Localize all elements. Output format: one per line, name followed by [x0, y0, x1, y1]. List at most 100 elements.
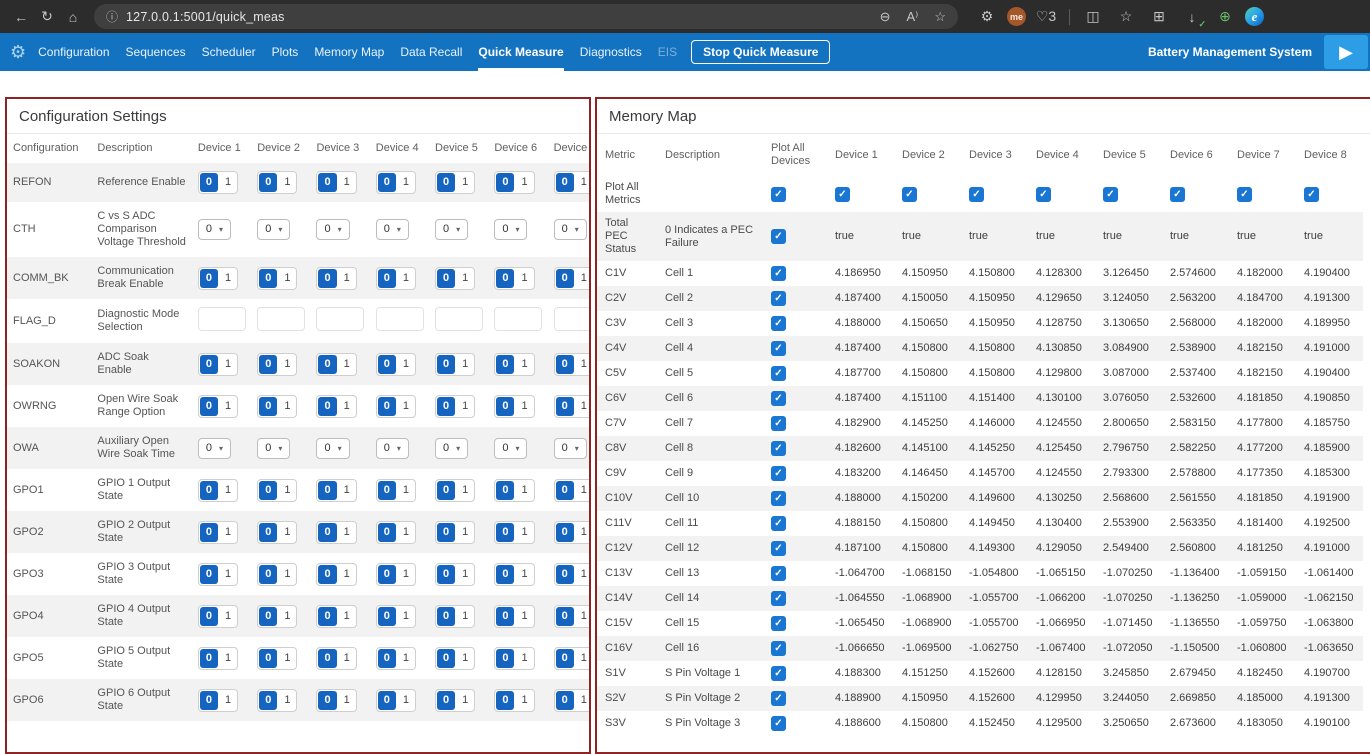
- plot-checkbox-c2v[interactable]: ✓: [771, 291, 786, 306]
- nav-item-diagnostics[interactable]: Diagnostics: [580, 33, 642, 71]
- plot-checkbox-c14v[interactable]: ✓: [771, 591, 786, 606]
- dropdown-cth-device-7[interactable]: 0▾: [554, 219, 587, 240]
- toggle-refon-device-2[interactable]: 01: [257, 171, 297, 194]
- toggle-gpo3-device-2[interactable]: 01: [257, 563, 297, 586]
- toggle-gpo4-device-6[interactable]: 01: [494, 605, 534, 628]
- toggle-gpo2-device-6[interactable]: 01: [494, 521, 534, 544]
- favorites-bar-icon[interactable]: ☆: [1114, 5, 1138, 29]
- toggle-comm_bk-device-2[interactable]: 01: [257, 267, 297, 290]
- input-flag_d-device-1[interactable]: [198, 307, 246, 331]
- toggle-gpo3-device-1[interactable]: 01: [198, 563, 238, 586]
- toggle-gpo4-device-3[interactable]: 01: [316, 605, 356, 628]
- toggle-refon-device-7[interactable]: 01: [554, 171, 591, 194]
- dropdown-cth-device-1[interactable]: 0▾: [198, 219, 231, 240]
- toggle-owrng-device-1[interactable]: 01: [198, 395, 238, 418]
- dropdown-cth-device-5[interactable]: 0▾: [435, 219, 468, 240]
- toggle-gpo3-device-7[interactable]: 01: [554, 563, 591, 586]
- plot-checkbox-c11v[interactable]: ✓: [771, 516, 786, 531]
- dropdown-cth-device-6[interactable]: 0▾: [494, 219, 527, 240]
- toggle-owrng-device-3[interactable]: 01: [316, 395, 356, 418]
- toggle-gpo4-device-4[interactable]: 01: [376, 605, 416, 628]
- collections-icon[interactable]: ⊞: [1147, 5, 1171, 29]
- toggle-gpo2-device-7[interactable]: 01: [554, 521, 591, 544]
- toggle-comm_bk-device-5[interactable]: 01: [435, 267, 475, 290]
- read-aloud-icon[interactable]: A⁾: [906, 9, 918, 25]
- toggle-comm_bk-device-6[interactable]: 01: [494, 267, 534, 290]
- toggle-gpo1-device-3[interactable]: 01: [316, 479, 356, 502]
- toggle-gpo5-device-4[interactable]: 01: [376, 647, 416, 670]
- plot-all-device-4-checkbox[interactable]: ✓: [1036, 187, 1051, 202]
- toggle-gpo6-device-1[interactable]: 01: [198, 689, 238, 712]
- toggle-refon-device-3[interactable]: 01: [316, 171, 356, 194]
- plot-checkbox-c4v[interactable]: ✓: [771, 341, 786, 356]
- toggle-gpo4-device-2[interactable]: 01: [257, 605, 297, 628]
- input-flag_d-device-6[interactable]: [494, 307, 542, 331]
- dropdown-cth-device-4[interactable]: 0▾: [376, 219, 409, 240]
- nav-item-memory-map[interactable]: Memory Map: [314, 33, 384, 71]
- nav-item-configuration[interactable]: Configuration: [38, 33, 109, 71]
- toggle-gpo1-device-1[interactable]: 01: [198, 479, 238, 502]
- plot-checkbox-c8v[interactable]: ✓: [771, 441, 786, 456]
- address-bar[interactable]: ⓘ 127.0.0.1:5001/quick_meas ⊖ A⁾ ☆: [94, 4, 958, 29]
- toggle-soakon-device-1[interactable]: 01: [198, 353, 238, 376]
- split-screen-icon[interactable]: ◫: [1081, 5, 1105, 29]
- toggle-comm_bk-device-1[interactable]: 01: [198, 267, 238, 290]
- toggle-refon-device-4[interactable]: 01: [376, 171, 416, 194]
- toggle-soakon-device-4[interactable]: 01: [376, 353, 416, 376]
- dropdown-owa-device-5[interactable]: 0▾: [435, 438, 468, 459]
- plot-checkbox-c1v[interactable]: ✓: [771, 266, 786, 281]
- dropdown-owa-device-6[interactable]: 0▾: [494, 438, 527, 459]
- toggle-comm_bk-device-7[interactable]: 01: [554, 267, 591, 290]
- dropdown-owa-device-1[interactable]: 0▾: [198, 438, 231, 459]
- plot-checkbox-c9v[interactable]: ✓: [771, 466, 786, 481]
- toggle-refon-device-1[interactable]: 01: [198, 171, 238, 194]
- toggle-gpo3-device-3[interactable]: 01: [316, 563, 356, 586]
- toggle-gpo2-device-5[interactable]: 01: [435, 521, 475, 544]
- toggle-gpo3-device-6[interactable]: 01: [494, 563, 534, 586]
- plot-checkbox-s1v[interactable]: ✓: [771, 666, 786, 681]
- toggle-soakon-device-2[interactable]: 01: [257, 353, 297, 376]
- toggle-gpo1-device-4[interactable]: 01: [376, 479, 416, 502]
- nav-item-quick-measure[interactable]: Quick Measure: [478, 33, 563, 71]
- dropdown-owa-device-3[interactable]: 0▾: [316, 438, 349, 459]
- toggle-soakon-device-7[interactable]: 01: [554, 353, 591, 376]
- toggle-gpo6-device-2[interactable]: 01: [257, 689, 297, 712]
- dropdown-cth-device-3[interactable]: 0▾: [316, 219, 349, 240]
- zoom-out-icon[interactable]: ⊖: [880, 9, 891, 25]
- toggle-gpo1-device-7[interactable]: 01: [554, 479, 591, 502]
- toggle-refon-device-5[interactable]: 01: [435, 171, 475, 194]
- toggle-gpo6-device-3[interactable]: 01: [316, 689, 356, 712]
- plot-all-device-2-checkbox[interactable]: ✓: [902, 187, 917, 202]
- toggle-comm_bk-device-4[interactable]: 01: [376, 267, 416, 290]
- toggle-gpo6-device-5[interactable]: 01: [435, 689, 475, 712]
- toggle-gpo6-device-6[interactable]: 01: [494, 689, 534, 712]
- edge-logo-icon[interactable]: e: [1245, 7, 1264, 26]
- downloads-icon[interactable]: ↓ ✓: [1180, 5, 1204, 29]
- favorite-star-icon[interactable]: ☆: [934, 9, 946, 25]
- toggle-owrng-device-5[interactable]: 01: [435, 395, 475, 418]
- input-flag_d-device-7[interactable]: [554, 307, 591, 331]
- toggle-gpo6-device-7[interactable]: 01: [554, 689, 591, 712]
- dropdown-owa-device-7[interactable]: 0▾: [554, 438, 587, 459]
- plot-all-device-5-checkbox[interactable]: ✓: [1103, 187, 1118, 202]
- toggle-soakon-device-5[interactable]: 01: [435, 353, 475, 376]
- run-button[interactable]: ▶: [1324, 35, 1368, 69]
- nav-gear-icon[interactable]: ⚙: [10, 42, 26, 63]
- nav-item-eis[interactable]: EIS: [658, 33, 677, 71]
- toggle-gpo1-device-6[interactable]: 01: [494, 479, 534, 502]
- plot-checkbox-c5v[interactable]: ✓: [771, 366, 786, 381]
- toggle-owrng-device-7[interactable]: 01: [554, 395, 591, 418]
- toggle-gpo4-device-5[interactable]: 01: [435, 605, 475, 628]
- dropdown-cth-device-2[interactable]: 0▾: [257, 219, 290, 240]
- toggle-gpo3-device-5[interactable]: 01: [435, 563, 475, 586]
- input-flag_d-device-4[interactable]: [376, 307, 424, 331]
- url-text[interactable]: 127.0.0.1:5001/quick_meas: [126, 10, 872, 24]
- settings-gear-icon[interactable]: ⚙: [975, 5, 999, 29]
- home-icon[interactable]: ⌂: [61, 5, 85, 29]
- plot-all-metrics-checkbox[interactable]: ✓: [771, 187, 786, 202]
- toggle-gpo3-device-4[interactable]: 01: [376, 563, 416, 586]
- plot-checkbox-c10v[interactable]: ✓: [771, 491, 786, 506]
- plot-checkbox-c12v[interactable]: ✓: [771, 541, 786, 556]
- plot-all-device-1-checkbox[interactable]: ✓: [835, 187, 850, 202]
- nav-item-plots[interactable]: Plots: [272, 33, 299, 71]
